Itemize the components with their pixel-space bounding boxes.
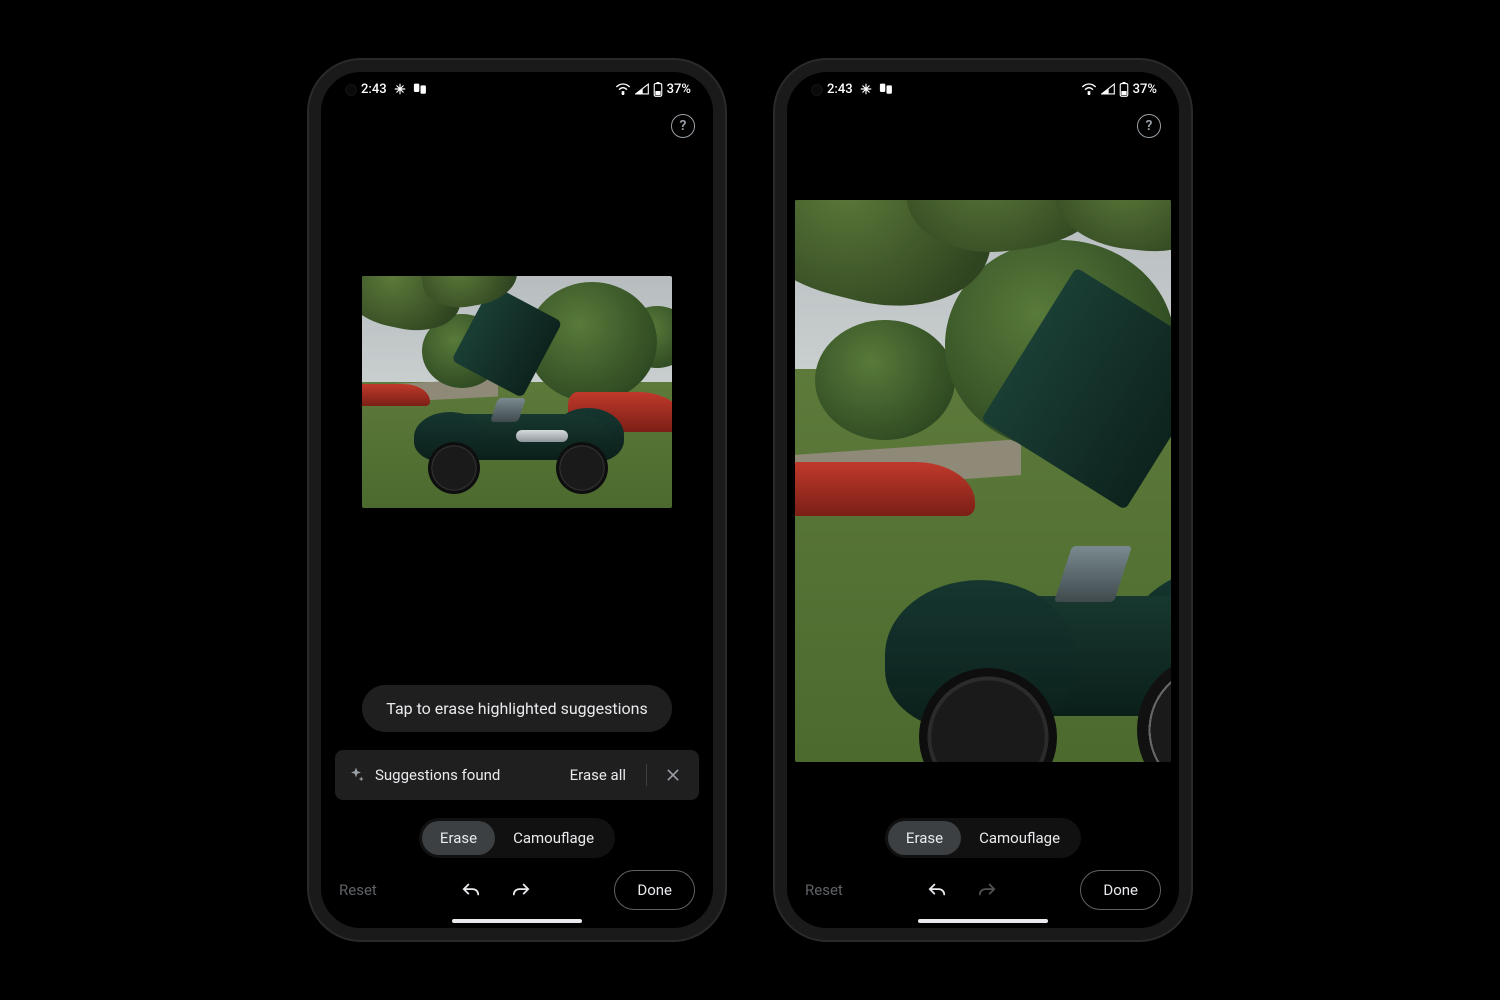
bottom-bar: Reset Done: [321, 858, 713, 928]
dismiss-suggestions-button[interactable]: [657, 759, 689, 791]
photo-scene: [795, 200, 1171, 762]
battery-percent: 37%: [667, 82, 691, 97]
mode-toggle: Erase Camouflage: [885, 818, 1081, 858]
gesture-bar[interactable]: [452, 919, 582, 923]
signal-icon: [1101, 83, 1115, 95]
screen: 2:43 37%: [321, 72, 713, 928]
sparkle-icon: [347, 766, 365, 784]
icon-messages: [879, 83, 894, 95]
photo-scene: [362, 276, 672, 508]
phone-right: 2:43 37%: [775, 60, 1191, 940]
help-icon: ?: [1146, 118, 1153, 134]
status-bar: 2:43 37%: [321, 72, 713, 106]
wifi-icon: [615, 83, 631, 95]
photo-preview[interactable]: [795, 200, 1171, 762]
signal-icon: [635, 83, 649, 95]
suggestion-label: Suggestions found: [375, 766, 550, 784]
redo-button[interactable]: [507, 876, 535, 904]
mode-erase[interactable]: Erase: [422, 821, 495, 855]
undo-icon: [926, 881, 948, 899]
battery-percent: 37%: [1133, 82, 1157, 97]
mode-toggle: Erase Camouflage: [419, 818, 615, 858]
status-left: 2:43: [343, 82, 428, 97]
gesture-bar[interactable]: [918, 919, 1048, 923]
erase-all-button[interactable]: Erase all: [560, 766, 636, 784]
bottom-bar: Reset Done: [787, 858, 1179, 928]
mode-camouflage[interactable]: Camouflage: [495, 821, 612, 855]
help-button[interactable]: ?: [1137, 114, 1161, 138]
help-button[interactable]: ?: [671, 114, 695, 138]
reset-button[interactable]: Reset: [339, 881, 377, 899]
help-icon: ?: [680, 118, 687, 134]
undo-button[interactable]: [923, 876, 951, 904]
status-right: 37%: [1081, 82, 1157, 97]
done-button[interactable]: Done: [614, 870, 695, 910]
mode-camouflage[interactable]: Camouflage: [961, 821, 1078, 855]
close-icon: [665, 767, 681, 783]
undo-icon: [460, 881, 482, 899]
mode-erase[interactable]: Erase: [888, 821, 961, 855]
icon-apps: [859, 82, 873, 96]
status-left: 2:43: [809, 82, 894, 97]
icon-messages: [413, 83, 428, 95]
redo-icon: [510, 881, 532, 899]
suggestion-bar: Suggestions found Erase all: [335, 750, 699, 800]
icon-apps: [393, 82, 407, 96]
redo-icon: [976, 881, 998, 899]
phone-left: 2:43 37%: [309, 60, 725, 940]
undo-button[interactable]: [457, 876, 485, 904]
divider: [646, 764, 647, 786]
done-button[interactable]: Done: [1080, 870, 1161, 910]
reset-button[interactable]: Reset: [805, 881, 843, 899]
hint-text: Tap to erase highlighted suggestions: [362, 685, 671, 732]
screen: 2:43 37%: [787, 72, 1179, 928]
battery-icon: [653, 82, 663, 97]
status-bar: 2:43 37%: [787, 72, 1179, 106]
wifi-icon: [1081, 83, 1097, 95]
redo-button: [973, 876, 1001, 904]
photo-preview[interactable]: [362, 276, 672, 508]
battery-icon: [1119, 82, 1129, 97]
status-right: 37%: [615, 82, 691, 97]
status-time: 2:43: [361, 82, 387, 97]
status-time: 2:43: [827, 82, 853, 97]
